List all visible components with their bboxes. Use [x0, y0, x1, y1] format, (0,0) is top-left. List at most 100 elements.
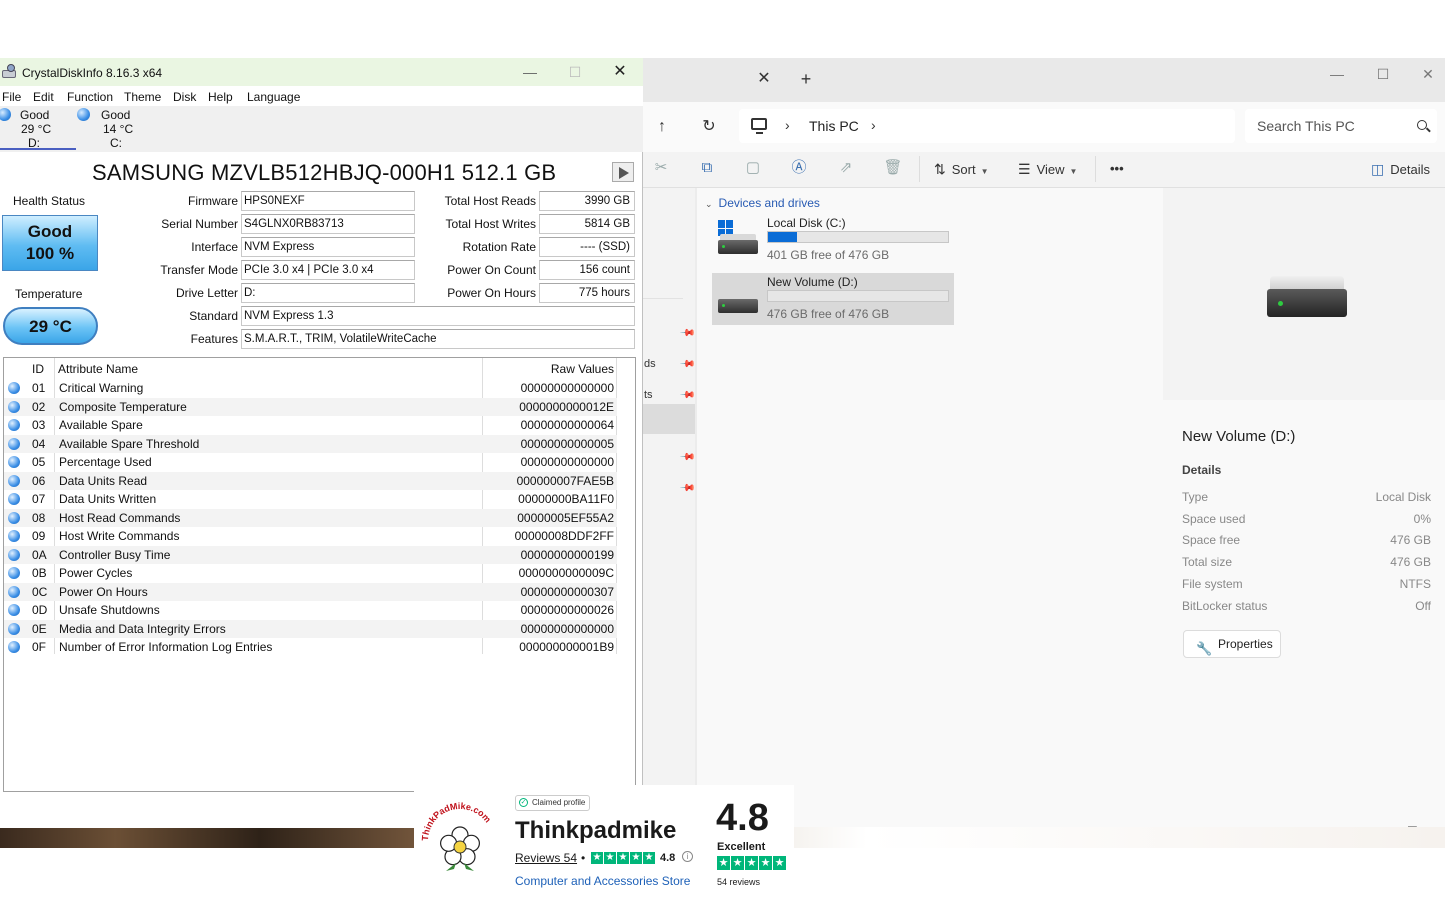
column-header-raw-values[interactable]: Raw Values	[484, 362, 614, 376]
table-row[interactable]: 06 Data Units Read 000000007FAE5B	[4, 471, 617, 490]
temperature-box[interactable]: 29 °C	[3, 307, 98, 345]
details-value: NTFS	[1399, 577, 1431, 591]
refresh-icon[interactable]: ↻	[698, 116, 720, 138]
business-name[interactable]: Thinkpadmike	[515, 817, 676, 845]
drive-tile-c[interactable]: Local Disk (C:) 401 GB free of 476 GB	[712, 214, 954, 266]
table-row[interactable]: 0C Power On Hours 00000000000307	[4, 582, 617, 601]
table-row[interactable]: 0B Power Cycles 0000000000009C	[4, 564, 617, 583]
serial-number-field[interactable]: S4GLNX0RB83713	[241, 214, 415, 234]
attribute-raw-value: 00000000000064	[520, 418, 614, 432]
table-row[interactable]: 07 Data Units Written 00000000BA11F0	[4, 490, 617, 509]
properties-button[interactable]: 🔧 Properties	[1183, 630, 1281, 658]
total-host-writes-field[interactable]: 5814 GB	[539, 214, 635, 234]
menu-disk[interactable]: Disk	[173, 90, 196, 104]
health-status-value: Good	[27, 222, 73, 241]
table-row[interactable]: 0E Media and Data Integrity Errors 0000000…	[4, 619, 617, 638]
menu-function[interactable]: Function	[67, 90, 113, 104]
details-pane-button[interactable]: ◫ Details	[1371, 158, 1430, 180]
drive-preview	[1163, 188, 1445, 400]
devices-group-header[interactable]: ⌄ Devices and drives	[705, 196, 820, 210]
view-button[interactable]: ☰ View ▼	[1018, 158, 1077, 180]
breadcrumb-chevron-icon[interactable]: ›	[871, 117, 876, 133]
paste-icon[interactable]: ▢	[743, 158, 763, 178]
interface-field[interactable]: NVM Express	[241, 237, 415, 257]
nav-item-fragment[interactable]: ts	[644, 389, 653, 401]
power-on-count-field[interactable]: 156 count	[539, 260, 635, 280]
delete-icon[interactable]: 🗑	[883, 158, 903, 178]
minimize-icon[interactable]: —	[518, 60, 542, 84]
explorer-command-bar: ✂ ⧉ ▢ Ⓐ ⇗ 🗑 ⇅ Sort ▼ ☰ View ▼ ••• ◫ Details	[643, 152, 1445, 188]
copy-icon[interactable]: ⧉	[697, 158, 717, 178]
table-row[interactable]: 08 Host Read Commands 00000005EF55A2	[4, 508, 617, 527]
cut-icon[interactable]: ✂	[651, 158, 671, 178]
menu-file[interactable]: File	[2, 90, 21, 104]
health-good-icon	[8, 493, 20, 505]
disk-tab-c[interactable]: Good 14 °C C:	[76, 106, 152, 150]
drive-free-space: 476 GB free of 476 GB	[767, 307, 890, 321]
health-status-box[interactable]: Good 100 %	[2, 215, 98, 271]
transfer-mode-field[interactable]: PCIe 3.0 x4 | PCIe 3.0 x4	[241, 260, 415, 280]
table-row[interactable]: 0F Number of Error Information Log Entrie…	[4, 638, 617, 657]
power-on-hours-field[interactable]: 775 hours	[539, 283, 635, 303]
search-input[interactable]: Search This PC	[1245, 109, 1437, 143]
chevron-down-icon: ⌄	[705, 199, 713, 209]
more-options-button[interactable]: •••	[1110, 158, 1124, 180]
new-tab-icon[interactable]: +	[797, 70, 815, 88]
menu-language[interactable]: Language	[247, 90, 300, 104]
crystaldiskinfo-window: CrystalDiskInfo 8.16.3 x64 — ☐ ✕ File Ed…	[0, 58, 643, 828]
drive-tile-d[interactable]: New Volume (D:) 476 GB free of 476 GB	[712, 273, 954, 325]
table-row[interactable]: 01 Critical Warning 00000000000000	[4, 379, 617, 398]
features-field[interactable]: S.M.A.R.T., TRIM, VolatileWriteCache	[241, 329, 635, 349]
share-icon[interactable]: ⇗	[836, 158, 856, 178]
attribute-name: Controller Busy Time	[59, 547, 171, 562]
table-row[interactable]: 0A Controller Busy Time 00000000000199	[4, 545, 617, 564]
maximize-icon[interactable]: ☐	[563, 60, 587, 84]
column-header-attribute-name[interactable]: Attribute Name	[58, 362, 478, 376]
power-on-count-label: Power On Count	[447, 263, 536, 277]
menu-help[interactable]: Help	[208, 90, 233, 104]
firmware-field[interactable]: HPS0NEXF	[241, 191, 415, 211]
total-host-reads-field[interactable]: 3990 GB	[539, 191, 635, 211]
features-label: Features	[190, 332, 238, 346]
maximize-icon[interactable]: ☐	[1371, 62, 1395, 86]
up-arrow-icon[interactable]: ↑	[651, 116, 673, 138]
info-icon[interactable]: i	[682, 851, 693, 862]
table-row[interactable]: 04 Available Spare Threshold 0000000000000…	[4, 434, 617, 453]
nav-item-selected[interactable]	[643, 404, 695, 434]
drive-letter-field[interactable]: D:	[241, 283, 415, 303]
details-value: 476 GB	[1390, 555, 1431, 569]
table-row[interactable]: 09 Host Write Commands 00000008DDF2FF	[4, 527, 617, 546]
pin-icon: 📌	[678, 325, 696, 342]
address-field[interactable]: › This PC ›	[739, 109, 1235, 143]
attribute-raw-value: 00000000BA11F0	[518, 492, 614, 506]
standard-field[interactable]: NVM Express 1.3	[241, 306, 635, 326]
breadcrumb-this-pc[interactable]: This PC	[809, 118, 859, 134]
serial-number-label: Serial Number	[161, 217, 238, 231]
next-disk-button[interactable]	[612, 162, 634, 182]
claimed-profile-tag: ✓ Claimed profile	[515, 795, 591, 811]
reviews-link[interactable]: Reviews 54	[515, 851, 577, 865]
smart-attribute-table[interactable]: ID Attribute Name Raw Values 01 Critical …	[3, 357, 636, 792]
table-row[interactable]: 0D Unsafe Shutdowns 00000000000026	[4, 601, 617, 620]
nav-item-fragment[interactable]: ds	[644, 358, 656, 370]
drive-usage-bar	[767, 231, 949, 243]
rotation-rate-field[interactable]: ---- (SSD)	[539, 237, 635, 257]
sort-button[interactable]: ⇅ Sort ▼	[934, 158, 989, 180]
close-window-icon[interactable]: ✕	[608, 60, 632, 84]
table-row[interactable]: 03 Available Spare 00000000000064	[4, 416, 617, 435]
interface-label: Interface	[191, 240, 238, 254]
rename-icon[interactable]: Ⓐ	[789, 158, 809, 178]
drive-name: New Volume (D:)	[767, 275, 858, 289]
details-row: Space used 0%	[1182, 512, 1431, 528]
disk-tab-d[interactable]: Good 29 °C D:	[0, 106, 76, 150]
menu-theme[interactable]: Theme	[124, 90, 161, 104]
minimize-icon[interactable]: —	[1325, 62, 1349, 86]
menu-edit[interactable]: Edit	[33, 90, 54, 104]
drive-c-icon	[716, 220, 760, 258]
close-window-icon[interactable]: ✕	[1416, 62, 1440, 86]
disk-tab-letter: C:	[110, 136, 122, 150]
table-row[interactable]: 05 Percentage Used 00000000000000	[4, 453, 617, 472]
close-tab-icon[interactable]: ✕	[755, 70, 773, 88]
business-category-link[interactable]: Computer and Accessories Store	[515, 874, 690, 888]
table-row[interactable]: 02 Composite Temperature 0000000000012E	[4, 397, 617, 416]
